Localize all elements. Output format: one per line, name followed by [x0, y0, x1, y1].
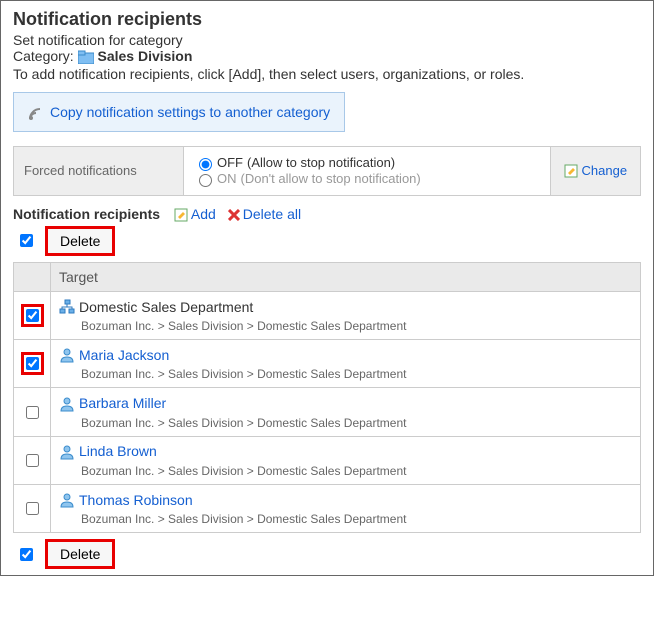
copy-settings-box[interactable]: Copy notification settings to another ca…: [13, 92, 345, 131]
category-label: Category:: [13, 48, 74, 64]
forced-off-radio[interactable]: [199, 158, 212, 171]
change-link[interactable]: Change: [564, 163, 627, 178]
forced-label: Forced notifications: [14, 146, 184, 195]
targets-table: Target Domestic Sales Department Bozuman …: [13, 262, 641, 533]
category-name: Sales Division: [97, 48, 192, 64]
recipients-list-label: Notification recipients Add Delete all: [13, 206, 641, 222]
row-checkbox[interactable]: [26, 309, 39, 322]
forced-notifications-table: Forced notifications OFF (Allow to stop …: [13, 146, 641, 196]
org-icon: [59, 298, 75, 315]
user-icon: [59, 491, 75, 508]
forced-on-hint: (Don't allow to stop notification): [241, 171, 421, 186]
target-path: Bozuman Inc. > Sales Division > Domestic…: [59, 416, 632, 430]
user-icon: [59, 394, 75, 411]
forced-on-radio[interactable]: [199, 174, 212, 187]
target-path: Bozuman Inc. > Sales Division > Domestic…: [59, 464, 632, 478]
user-icon: [59, 443, 75, 460]
forced-on-label: ON: [217, 171, 237, 186]
folder-icon: [78, 50, 94, 64]
table-row: Maria Jackson Bozuman Inc. > Sales Divisi…: [14, 340, 641, 388]
select-all-bottom-checkbox[interactable]: [20, 548, 33, 561]
target-path: Bozuman Inc. > Sales Division > Domestic…: [59, 512, 632, 526]
forced-options: OFF (Allow to stop notification) ON (Don…: [184, 146, 551, 195]
add-link[interactable]: Add: [174, 206, 216, 222]
delete-all-link[interactable]: Delete all: [228, 206, 301, 222]
target-name-link[interactable]: Maria Jackson: [79, 347, 169, 363]
delete-button-bottom[interactable]: Delete: [47, 541, 113, 567]
target-path: Bozuman Inc. > Sales Division > Domestic…: [59, 367, 632, 381]
col-check: [14, 262, 51, 291]
target-name-link[interactable]: Thomas Robinson: [79, 492, 193, 508]
target-path: Bozuman Inc. > Sales Division > Domestic…: [59, 319, 632, 333]
subhead: Set notification for category: [13, 32, 641, 48]
instructions: To add notification recipients, click [A…: [13, 66, 641, 82]
change-label: Change: [582, 163, 628, 178]
top-toolbar: Delete: [13, 228, 641, 254]
delete-button-top[interactable]: Delete: [47, 228, 113, 254]
target-name-text: Domestic Sales Department: [79, 299, 253, 315]
forced-off-label: OFF: [217, 155, 243, 170]
table-row: Thomas Robinson Bozuman Inc. > Sales Divi…: [14, 485, 641, 533]
target-name-link[interactable]: Linda Brown: [79, 443, 157, 459]
add-icon: [174, 206, 188, 222]
row-checkbox[interactable]: [26, 406, 39, 419]
select-all-top-checkbox[interactable]: [20, 234, 33, 247]
copy-settings-link[interactable]: Copy notification settings to another ca…: [50, 104, 330, 120]
table-row: Linda Brown Bozuman Inc. > Sales Division…: [14, 436, 641, 484]
category-line: Category: Sales Division: [13, 48, 641, 64]
table-row: Domestic Sales Department Bozuman Inc. > …: [14, 291, 641, 339]
table-row: Barbara Miller Bozuman Inc. > Sales Divis…: [14, 388, 641, 436]
row-checkbox[interactable]: [26, 454, 39, 467]
user-icon: [59, 346, 75, 363]
page-title: Notification recipients: [13, 9, 641, 30]
bottom-toolbar: Delete: [13, 541, 641, 567]
row-checkbox[interactable]: [26, 357, 39, 370]
edit-icon: [564, 163, 582, 178]
col-target: Target: [51, 262, 641, 291]
notification-recipients-panel: Notification recipients Set notification…: [0, 0, 654, 576]
row-checkbox[interactable]: [26, 502, 39, 515]
broadcast-icon: [28, 103, 44, 120]
delete-all-icon: [228, 206, 240, 222]
target-name-link[interactable]: Barbara Miller: [79, 395, 166, 411]
forced-off-hint: (Allow to stop notification): [247, 155, 395, 170]
